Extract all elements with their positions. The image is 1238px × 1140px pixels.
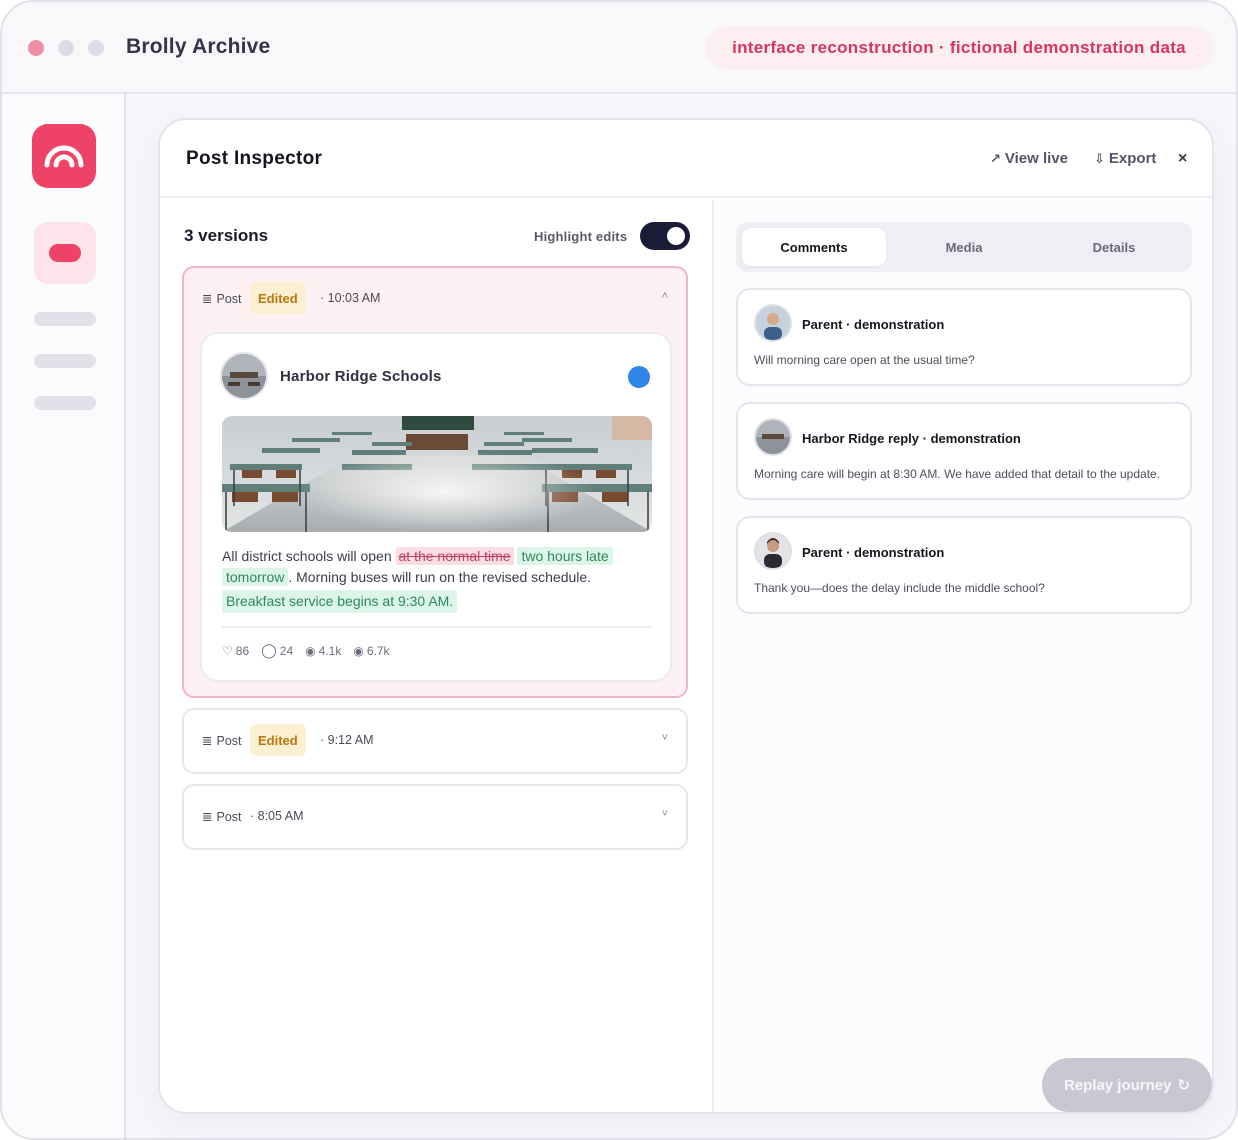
eye-icon: ◉: [305, 643, 316, 658]
author-avatar: [220, 352, 268, 400]
demo-notice-badge: interface reconstruction · fictional dem…: [705, 26, 1213, 70]
comment-author: Harbor Ridge reply · demonstration: [802, 431, 1021, 446]
export-button[interactable]: ⇩ Export: [1094, 150, 1156, 167]
tab-comments[interactable]: Comments: [742, 228, 886, 266]
verified-icon: [628, 366, 650, 388]
app-title: Brolly Archive: [126, 35, 271, 58]
avatar: [754, 304, 792, 342]
post-stats: ♡ 86 ◯ 24 ◉ 4.1k ◉ 6.7k: [222, 642, 390, 659]
version-type: ≣ Post: [202, 733, 242, 749]
version-time: · 8:05 AM: [250, 809, 304, 823]
comment-author: Parent · demonstration: [802, 545, 945, 560]
post-text-segment: All district schools will open: [222, 548, 392, 564]
deleted-text: at the normal time: [395, 547, 514, 565]
comment-text: Will morning care open at the usual time…: [754, 353, 975, 367]
sidebar-item-active[interactable]: [34, 222, 96, 284]
inserted-text: tomorrow: [222, 568, 289, 586]
toggle-knob: [667, 227, 685, 245]
window-minimize-dot[interactable]: [58, 40, 74, 56]
active-nav-icon: [49, 244, 81, 262]
close-icon[interactable]: ×: [1178, 150, 1187, 168]
chevron-up-icon[interactable]: ˄: [662, 290, 668, 302]
versions-column: 3 versions Highlight edits ≣ Post Edited …: [160, 200, 712, 1112]
view-live-button[interactable]: ↗ View live: [990, 150, 1068, 167]
post-list-icon: ≣: [202, 292, 213, 306]
post-list-icon: ≣: [202, 810, 213, 824]
views-stat: ◉ 4.1k: [305, 643, 342, 658]
version-type: ≣ Post: [202, 291, 242, 307]
sidebar-item-placeholder[interactable]: [34, 396, 96, 410]
post-preview-card: Harbor Ridge Schools All district school…: [200, 332, 672, 682]
edited-badge: Edited: [250, 282, 306, 314]
classroom-thumbnail-icon: [222, 354, 266, 398]
highlight-edits-label: Highlight edits: [534, 229, 628, 244]
version-type: ≣ Post: [202, 809, 242, 825]
avatar: [754, 532, 792, 570]
post-body: All district schools will open at the no…: [222, 546, 652, 613]
comment-card[interactable]: Parent · demonstration Thank you—does th…: [736, 516, 1192, 614]
version-time: · 9:12 AM: [320, 733, 374, 747]
tab-details[interactable]: Details: [1042, 228, 1186, 266]
post-list-icon: ≣: [202, 734, 213, 748]
sidebar-item-placeholder[interactable]: [34, 354, 96, 368]
version-item[interactable]: ≣ Post Edited · 10:03 AM ˄ Harbor Ridge S…: [182, 266, 688, 698]
reach-stat: ◉ 6.7k: [353, 643, 390, 658]
comments-stat: ◯ 24: [261, 642, 294, 658]
post-text-segment: . Morning buses will run on the revised …: [288, 569, 592, 585]
comment-text: Thank you—does the delay include the mid…: [754, 581, 1045, 595]
version-item[interactable]: ≣ Post Edited · 9:12 AM ˅: [182, 708, 688, 774]
inserted-text: Breakfast service begins at 9:30 AM.: [222, 590, 458, 613]
chevron-down-icon[interactable]: ˅: [662, 732, 668, 744]
sidebar-item-placeholder[interactable]: [34, 312, 96, 326]
replay-journey-button[interactable]: Replay journey ↻: [1042, 1058, 1212, 1112]
comment-card[interactable]: Harbor Ridge reply · demonstration Morni…: [736, 402, 1192, 500]
view-live-label: View live: [1004, 150, 1069, 167]
panel-title: Post Inspector: [186, 148, 323, 169]
window-maximize-dot[interactable]: [88, 40, 104, 56]
details-column: Comments Media Details Parent · demonstr…: [712, 200, 1212, 1112]
download-icon: ⇩: [1094, 150, 1105, 166]
version-header[interactable]: ≣ Post Edited · 9:12 AM ˅: [184, 710, 686, 772]
comment-card[interactable]: Parent · demonstration Will morning care…: [736, 288, 1192, 386]
version-item[interactable]: ≣ Post · 8:05 AM ˅: [182, 784, 688, 850]
post-inspector-panel: Post Inspector ↗ View live ⇩ Export × 3 …: [158, 118, 1214, 1114]
divider: [222, 626, 652, 628]
tab-bar: Comments Media Details: [736, 222, 1192, 272]
comment-text: Morning care will begin at 8:30 AM. We h…: [754, 467, 1161, 481]
version-time: · 10:03 AM: [320, 291, 381, 305]
comment-bubble-icon: ◯: [261, 642, 277, 658]
chevron-down-icon[interactable]: ˅: [662, 808, 668, 820]
version-header[interactable]: ≣ Post Edited · 10:03 AM ˄: [184, 268, 686, 330]
tab-media[interactable]: Media: [892, 228, 1036, 266]
likes-stat: ♡ 86: [222, 643, 250, 658]
avatar: [754, 418, 792, 456]
app-logo[interactable]: [32, 124, 96, 188]
comment-author: Parent · demonstration: [802, 317, 945, 332]
heart-icon: ♡: [222, 643, 233, 658]
export-label: Export: [1108, 150, 1157, 167]
reach-icon: ◉: [353, 643, 364, 658]
classroom-photo: [222, 416, 652, 532]
edited-badge: Edited: [250, 724, 306, 756]
external-link-icon: ↗: [990, 150, 1001, 166]
version-header[interactable]: ≣ Post · 8:05 AM ˅: [184, 786, 686, 848]
inserted-text: two hours late: [517, 547, 613, 565]
highlight-edits-toggle[interactable]: [640, 222, 690, 250]
versions-count: 3 versions: [184, 226, 269, 245]
replay-label: Replay journey: [1063, 1076, 1172, 1094]
umbrella-arc-icon: [44, 145, 84, 168]
panel-header: Post Inspector ↗ View live ⇩ Export ×: [160, 120, 1212, 198]
window-close-dot[interactable]: [28, 40, 44, 56]
refresh-icon: ↻: [1177, 1077, 1191, 1094]
title-bar: Brolly Archive interface reconstruction …: [2, 2, 1236, 94]
sidebar: [2, 94, 126, 1138]
post-author: Harbor Ridge Schools: [280, 368, 442, 385]
